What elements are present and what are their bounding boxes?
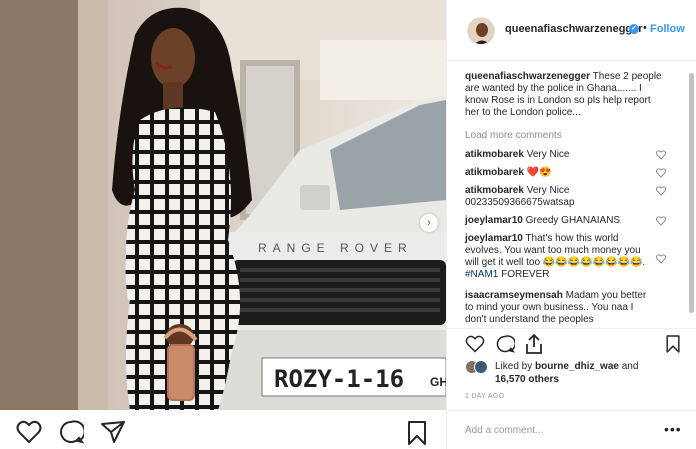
comment-username[interactable]: atikmobarek bbox=[465, 185, 524, 196]
avatar[interactable] bbox=[467, 17, 495, 45]
photo-action-bar bbox=[0, 410, 446, 449]
post-side-panel: queenafiaschwarzenegger ✓ • Follow queen… bbox=[446, 0, 696, 449]
avatar-image bbox=[468, 18, 494, 44]
share-icon[interactable] bbox=[525, 334, 543, 354]
scrollbar-thumb[interactable] bbox=[689, 73, 694, 313]
comment-emoji: 😂😂😂😂😂😂😂😂. bbox=[542, 257, 646, 268]
caption-username[interactable]: queenafiaschwarzenegger bbox=[465, 71, 590, 82]
photo-scene: RANGE ROVER ROZY-1-16 GH bbox=[0, 0, 446, 410]
comment-username[interactable]: joeylamar10 bbox=[465, 233, 523, 244]
liker-username[interactable]: bourne_dhiz_wae bbox=[535, 361, 619, 372]
comment-icon[interactable] bbox=[58, 420, 84, 444]
heart-icon[interactable] bbox=[656, 168, 666, 178]
likes-count[interactable]: 16,570 others bbox=[495, 374, 559, 385]
comment-text: Greedy GHANAIANS bbox=[525, 215, 621, 226]
post-author-username[interactable]: queenafiaschwarzenegger bbox=[505, 23, 643, 35]
header-separator: • bbox=[643, 22, 647, 34]
comment-emoji: ❤️😍 bbox=[526, 167, 552, 178]
heart-icon[interactable] bbox=[656, 216, 666, 226]
comment-item: isaacramseymensah Madam you better to mi… bbox=[465, 290, 651, 326]
comment-item: atikmobarek ❤️😍 bbox=[465, 167, 665, 179]
comment-username[interactable]: joeylamar10 bbox=[465, 215, 523, 226]
comment-input[interactable] bbox=[465, 422, 645, 438]
plate-country: GH bbox=[430, 375, 446, 389]
likes-prefix: Liked by bbox=[495, 361, 533, 372]
comments-scrollbar[interactable] bbox=[687, 61, 695, 328]
comment-item: joeylamar10 That's how this world evolve… bbox=[465, 233, 651, 281]
comment-text-tail: FOREVER bbox=[501, 269, 550, 280]
add-comment-bar: ••• bbox=[447, 410, 696, 449]
post-photo[interactable]: RANGE ROVER ROZY-1-16 GH › bbox=[0, 0, 446, 410]
load-more-comments-button[interactable]: Load more comments bbox=[465, 130, 562, 141]
comment-item: atikmobarek Very Nice bbox=[465, 149, 665, 161]
likes-joiner: and bbox=[621, 361, 639, 372]
bookmark-icon[interactable] bbox=[406, 420, 428, 446]
post-timestamp[interactable]: 1 DAY AGO bbox=[465, 393, 504, 400]
bookmark-icon[interactable] bbox=[665, 334, 681, 354]
caption: queenafiaschwarzenegger These 2 people a… bbox=[465, 71, 665, 119]
comment-username[interactable]: atikmobarek bbox=[465, 167, 524, 178]
comment-item: joeylamar10 Greedy GHANAIANS bbox=[465, 215, 665, 227]
license-plate: ROZY-1-16 bbox=[274, 365, 404, 393]
comment-text: Very Nice bbox=[526, 149, 570, 160]
comment-username[interactable]: isaacramseymensah bbox=[465, 290, 563, 301]
post-header: queenafiaschwarzenegger ✓ • Follow bbox=[447, 0, 696, 61]
verified-badge-icon: ✓ bbox=[629, 24, 639, 34]
heart-icon[interactable] bbox=[656, 150, 666, 160]
heart-icon[interactable] bbox=[656, 186, 666, 196]
comments-list[interactable]: queenafiaschwarzenegger These 2 people a… bbox=[447, 61, 696, 328]
comment-item: atikmobarek Very Nice 00233509366675wats… bbox=[465, 185, 645, 209]
post-action-bar bbox=[447, 328, 696, 358]
more-options-icon[interactable]: ••• bbox=[664, 421, 682, 437]
follow-button[interactable]: Follow bbox=[650, 23, 685, 35]
liker-avatar[interactable] bbox=[474, 360, 488, 374]
share-icon[interactable] bbox=[100, 420, 126, 444]
comment-icon[interactable] bbox=[495, 335, 515, 353]
heart-icon[interactable] bbox=[656, 254, 666, 264]
heart-icon[interactable] bbox=[16, 420, 42, 444]
comment-username[interactable]: atikmobarek bbox=[465, 149, 524, 160]
hashtag-link[interactable]: #NAM1 bbox=[465, 269, 498, 280]
likes-summary: Liked by bourne_dhiz_wae and 16,570 othe… bbox=[465, 358, 695, 390]
car-badge: RANGE ROVER bbox=[258, 241, 413, 255]
heart-icon[interactable] bbox=[465, 335, 485, 353]
chevron-right-icon[interactable]: › bbox=[420, 214, 438, 232]
likes-text: Liked by bourne_dhiz_wae and 16,570 othe… bbox=[495, 360, 655, 386]
